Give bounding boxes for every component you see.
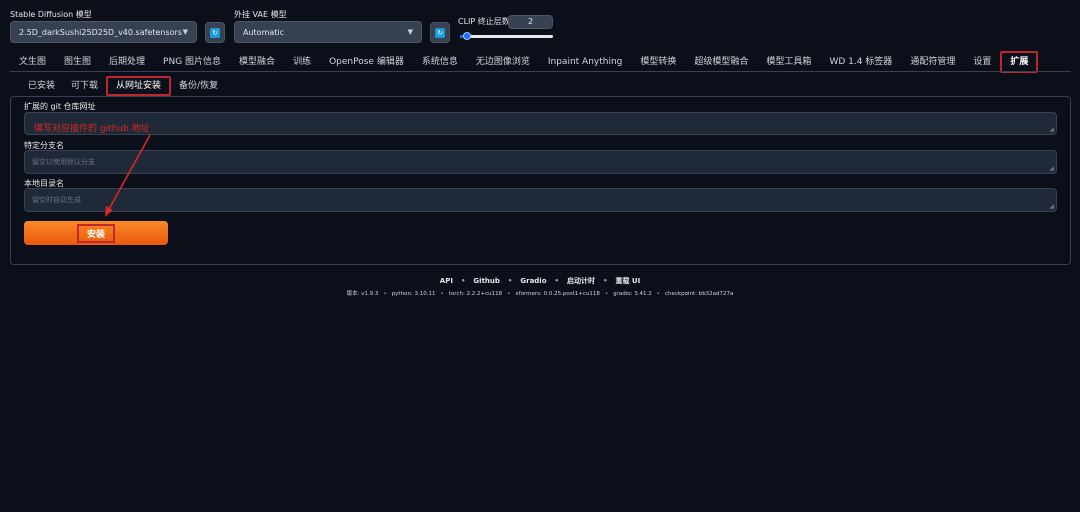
vae-select[interactable]: Automatic ▼ (234, 21, 422, 43)
refresh-model-button[interactable]: ↻ (205, 22, 225, 43)
clip-slider[interactable] (460, 35, 553, 38)
tab-9[interactable]: Inpaint Anything (539, 53, 632, 71)
vae-select-value: Automatic (243, 27, 285, 37)
footer-separator: • (603, 277, 608, 285)
install-button-label: 安装 (76, 223, 115, 243)
branch-placeholder: 留空以使用默认分支 (32, 158, 95, 166)
tab-2[interactable]: 后期处理 (100, 53, 154, 71)
chevron-down-icon: ▼ (407, 28, 413, 36)
footer-separator: • (507, 277, 513, 285)
footer-separator: • (507, 291, 511, 297)
url-label: 扩展的 git 仓库网址 (24, 102, 96, 111)
footer-link-4[interactable]: 重载 UI (615, 277, 640, 285)
footer-version-1: python: 3.10.11 (391, 291, 436, 297)
footer-version-2: torch: 2.2.2+cu118 (448, 291, 503, 297)
clip-number-input[interactable]: 2 (508, 15, 553, 29)
model-select-value: 2.5D_darkSushi25D25D_v40.safetensors [bb… (19, 27, 183, 37)
branch-input[interactable]: 留空以使用默认分支 ◢ (24, 150, 1057, 174)
resize-handle-icon: ◢ (1049, 203, 1054, 210)
resize-handle-icon: ◢ (1049, 165, 1054, 172)
subtab-2[interactable]: 从网址安装 (106, 76, 172, 96)
subtab-0[interactable]: 已安装 (20, 78, 63, 94)
footer-separator: • (554, 277, 559, 285)
footer-link-0[interactable]: API (440, 277, 453, 285)
tab-15[interactable]: 设置 (964, 53, 1000, 71)
extension-subtabs: 已安装 可下载 从网址安装 备份/恢复 (20, 76, 226, 96)
tab-10[interactable]: 模型转换 (631, 53, 685, 71)
footer-separator: • (460, 277, 466, 285)
clip-slider-handle[interactable] (463, 32, 471, 40)
footer-link-1[interactable]: Github (473, 277, 499, 285)
tab-11[interactable]: 超级模型融合 (685, 53, 757, 71)
model-label: Stable Diffusion 模型 (10, 10, 92, 19)
footer-separator: • (383, 291, 387, 297)
footer-link-3[interactable]: 启动计时 (567, 277, 595, 285)
tab-14[interactable]: 通配符管理 (901, 53, 964, 71)
footer-links: API • Github • Gradio • 启动计时 • 重载 UI (0, 276, 1080, 286)
tab-4[interactable]: 模型融合 (230, 53, 284, 71)
tab-8[interactable]: 无边图像浏览 (467, 53, 539, 71)
footer-version-0: 版本: v1.9.3 (346, 291, 379, 297)
clip-label: CLIP 终止层数 (458, 17, 510, 26)
refresh-icon: ↻ (435, 27, 445, 38)
vae-label: 外挂 VAE 模型 (234, 10, 287, 19)
tab-5[interactable]: 训练 (284, 53, 320, 71)
tab-6[interactable]: OpenPose 编辑器 (320, 53, 413, 71)
annotation-arrow-icon (105, 134, 151, 217)
subtab-1[interactable]: 可下载 (63, 78, 106, 94)
footer-link-2[interactable]: Gradio (520, 277, 546, 285)
resize-handle-icon: ◢ (1049, 126, 1054, 133)
local-dir-input[interactable]: 留空时自动生成 ◢ (24, 188, 1057, 212)
footer-versions: 版本: v1.9.3 • python: 3.10.11 • torch: 2.2.2+… (0, 289, 1080, 297)
footer-version-5: checkpoint: bb32ad727a (664, 291, 734, 297)
chevron-down-icon: ▼ (182, 28, 188, 36)
refresh-vae-button[interactable]: ↻ (430, 22, 450, 43)
refresh-icon: ↻ (210, 27, 220, 38)
tab-divider (10, 71, 1071, 72)
footer-separator: • (440, 291, 444, 297)
tab-3[interactable]: PNG 图片信息 (154, 53, 230, 71)
subtab-3[interactable]: 备份/恢复 (171, 78, 226, 94)
tab-7[interactable]: 系统信息 (413, 53, 467, 71)
tab-12[interactable]: 模型工具箱 (757, 53, 820, 71)
footer-separator: • (604, 291, 609, 297)
main-tabs: 文生图 图生图 后期处理 PNG 图片信息 模型融合 训练 OpenPose 编辑器 系统信息… (10, 51, 1039, 73)
tab-16[interactable]: 扩展 (1000, 51, 1039, 73)
tab-13[interactable]: WD 1.4 标签器 (820, 53, 901, 71)
tab-0[interactable]: 文生图 (10, 53, 55, 71)
git-url-input[interactable]: ◢ (24, 112, 1057, 135)
dir-placeholder: 留空时自动生成 (32, 196, 81, 204)
tab-1[interactable]: 图生图 (55, 53, 100, 71)
model-select[interactable]: 2.5D_darkSushi25D25D_v40.safetensors [bb… (10, 21, 197, 43)
footer-version-4: gradio: 3.41.2 (613, 291, 652, 297)
footer-separator: • (656, 291, 660, 297)
footer-version-3: xformers: 0.0.25.post1+cu118 (515, 291, 600, 297)
